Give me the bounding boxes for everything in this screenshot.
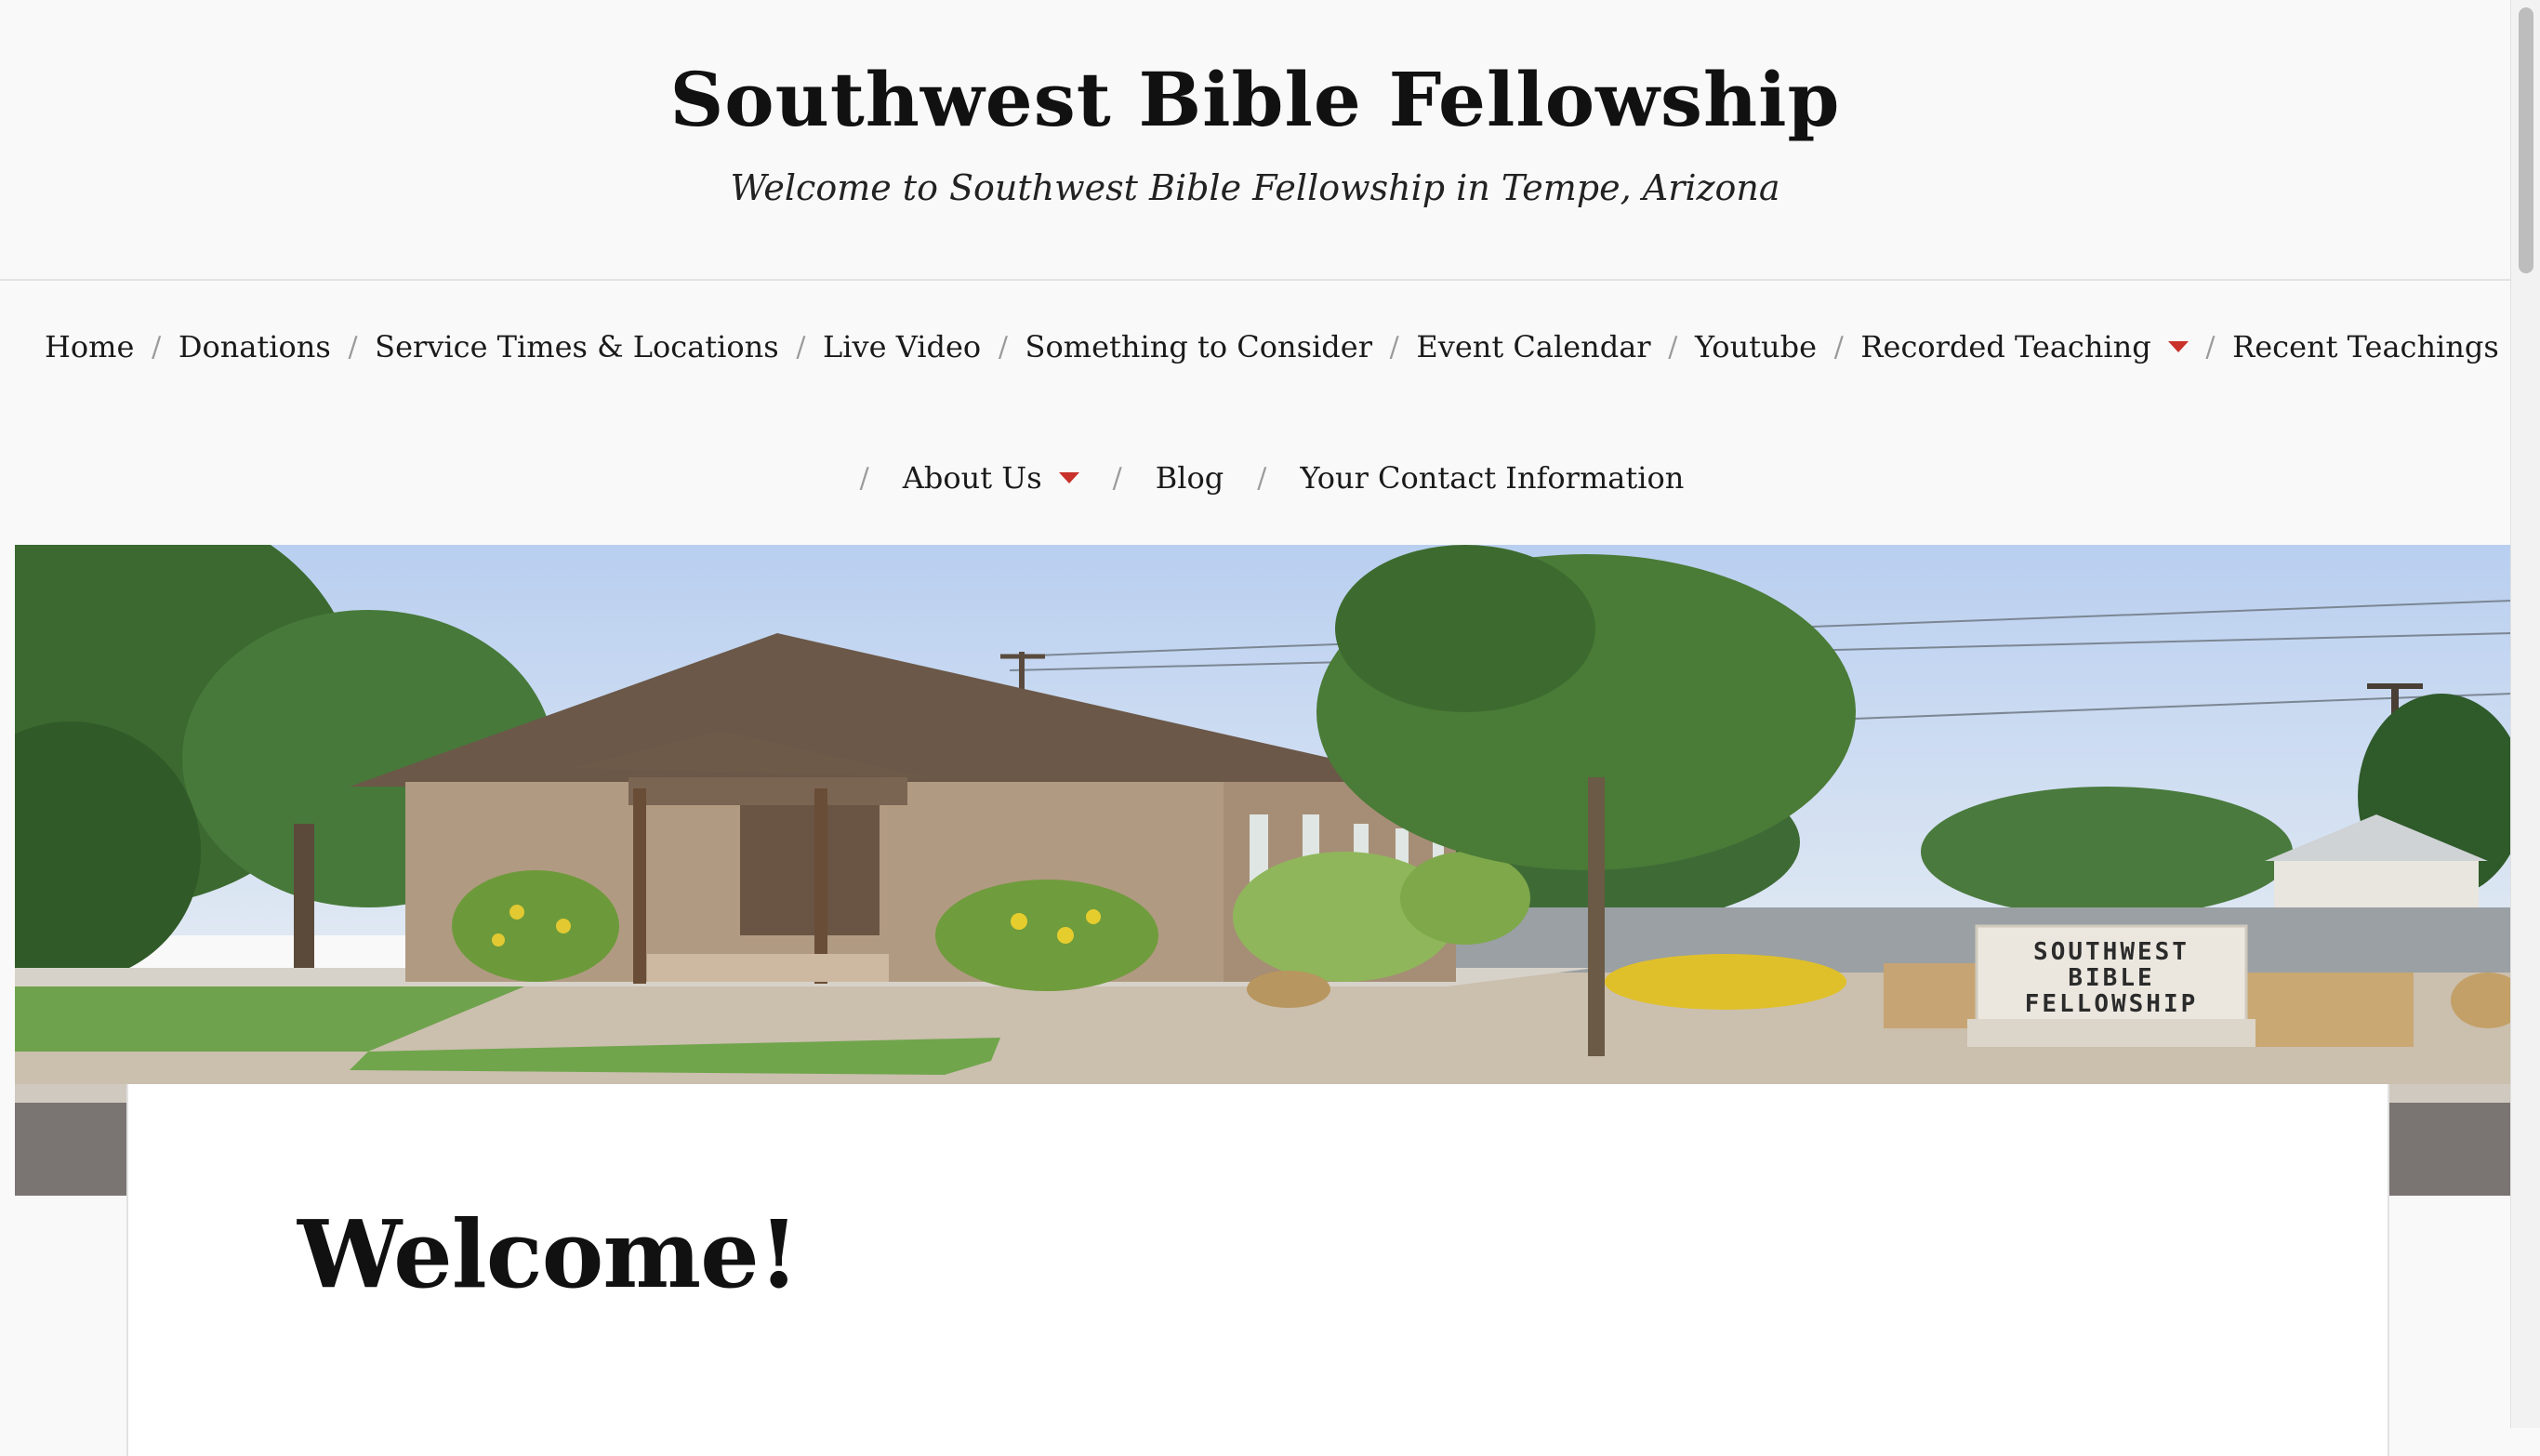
nav-item-label: Something to Consider (1025, 329, 1373, 364)
nav-separator: / (2205, 330, 2216, 364)
nav-item-label: About Us (902, 460, 1042, 496)
nav-separator: / (796, 330, 806, 364)
sign-line-2: BIBLE (2068, 964, 2154, 992)
dropdown-caret-icon (2167, 341, 2189, 352)
main-navigation: Home / Donations / Service Times & Locat… (45, 319, 2499, 375)
nav-item-label: Youtube (1694, 329, 1818, 364)
nav-item-label: Live Video (823, 329, 982, 364)
sign-line-3: FELLOWSHIP (2025, 990, 2199, 1018)
nav-separator: / (998, 330, 1008, 364)
nav-item-recorded-teaching[interactable]: Recorded Teaching (1860, 329, 2189, 364)
scrollbar-thumb[interactable] (2519, 7, 2533, 273)
nav-item-service-times[interactable]: Service Times & Locations (375, 329, 779, 364)
nav-item-event-calendar[interactable]: Event Calendar (1416, 329, 1650, 364)
nav-item-label: Donations (178, 329, 331, 364)
page-title: Welcome! (298, 1199, 800, 1309)
nav-item-donations[interactable]: Donations (179, 329, 331, 364)
nav-item-something-to-consider[interactable]: Something to Consider (1025, 329, 1372, 364)
nav-item-youtube[interactable]: Youtube (1695, 329, 1817, 364)
nav-item-about-us[interactable]: About Us (903, 460, 1079, 496)
nav-separator: / (1389, 330, 1399, 364)
content-card: Welcome! (126, 1084, 2389, 1456)
nav-item-label: Recent Teachings (2232, 329, 2499, 364)
nav-item-recent-teachings[interactable]: Recent Teachings (2232, 329, 2499, 364)
nav-separator: / (859, 461, 869, 495)
nav-item-label: Home (45, 329, 135, 364)
sign-line-1: SOUTHWEST (2033, 938, 2189, 966)
nav-item-label: Your Contact Information (1300, 460, 1685, 496)
nav-item-label: Blog (1155, 460, 1224, 496)
nav-separator: / (152, 330, 162, 364)
nav-separator: / (1833, 330, 1844, 364)
site-header: Southwest Bible Fellowship Welcome to So… (0, 0, 2510, 281)
nav-separator: / (348, 330, 358, 364)
nav-separator: / (1668, 330, 1678, 364)
nav-separator: / (1257, 461, 1267, 495)
nav-item-label: Service Times & Locations (375, 329, 779, 364)
nav-item-label: Recorded Teaching (1860, 329, 2151, 364)
main-navigation-row-2: / About Us / Blog / Your Contact Informa… (0, 450, 2510, 506)
nav-item-live-video[interactable]: Live Video (823, 329, 981, 364)
nav-item-label: Event Calendar (1416, 329, 1651, 364)
dropdown-caret-icon (1058, 472, 1079, 483)
vertical-scrollbar[interactable] (2510, 0, 2540, 1428)
nav-item-contact-information[interactable]: Your Contact Information (1300, 460, 1684, 496)
nav-item-home[interactable]: Home (45, 329, 134, 364)
nav-separator: / (1112, 461, 1122, 495)
site-title[interactable]: Southwest Bible Fellowship (0, 56, 2510, 143)
nav-item-blog[interactable]: Blog (1156, 460, 1224, 496)
site-tagline: Welcome to Southwest Bible Fellowship in… (730, 167, 1780, 208)
